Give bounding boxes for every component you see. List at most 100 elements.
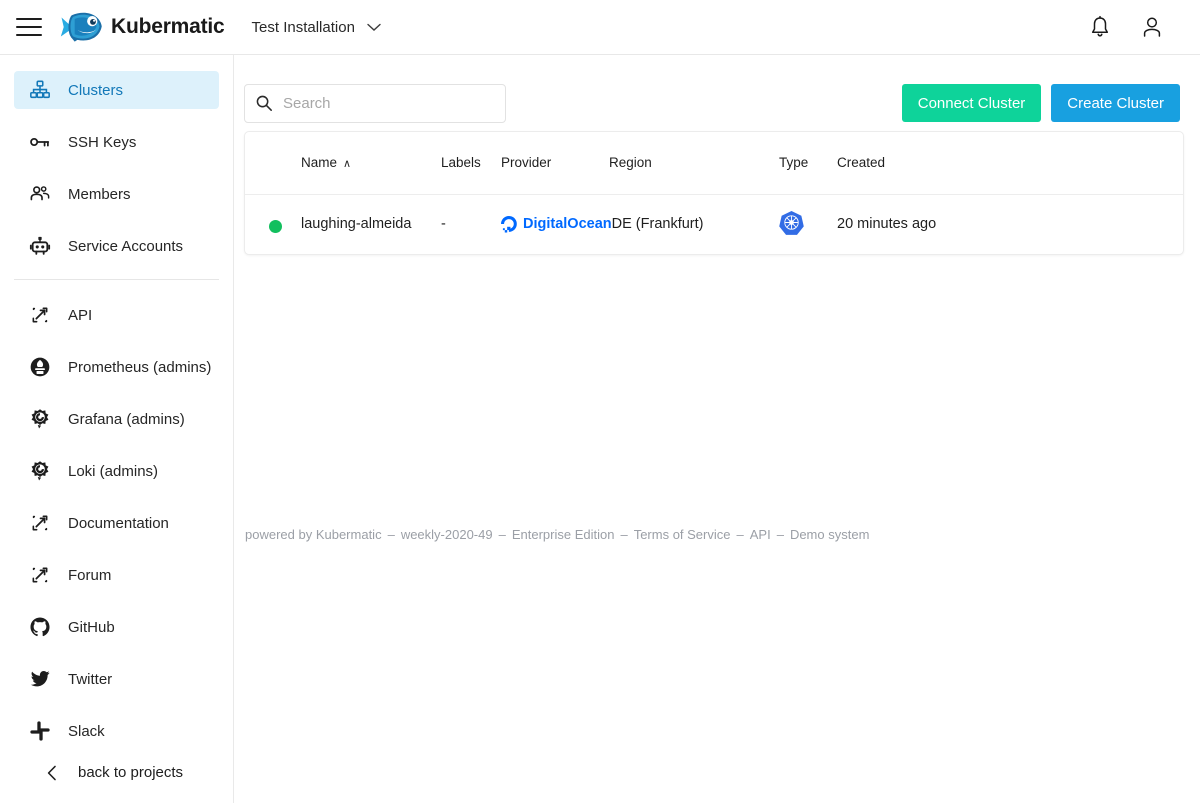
kubermatic-fish-logo	[60, 8, 104, 46]
sidebar-item-label: API	[68, 307, 92, 324]
person-icon[interactable]	[1140, 15, 1164, 39]
main-content: Connect Cluster Create Cluster Name ∧ Lab…	[234, 55, 1200, 803]
column-header-name[interactable]: Name ∧	[245, 132, 441, 194]
top-bar-actions	[1088, 15, 1164, 39]
footer-edition[interactable]: Enterprise Edition	[512, 527, 615, 542]
column-header-created[interactable]: Created	[837, 132, 1183, 194]
external-link-icon	[28, 511, 52, 535]
twitter-icon	[28, 667, 52, 691]
sidebar-item-documentation[interactable]: Documentation	[14, 504, 219, 542]
sidebar-item-label: Slack	[68, 723, 105, 740]
sidebar-item-label: Forum	[68, 567, 111, 584]
people-icon	[28, 182, 52, 206]
table-body: laughing-almeida - DigitalOceanDE (Frank…	[245, 194, 1183, 254]
key-icon	[28, 130, 52, 154]
external-link-icon	[28, 563, 52, 587]
cell-labels: -	[441, 194, 501, 254]
grafana-icon	[28, 407, 52, 431]
sidebar-item-label: Documentation	[68, 515, 169, 532]
footer-api[interactable]: API	[750, 527, 771, 542]
clusters-table: Name ∧ Labels Provider Region Type Create…	[245, 132, 1183, 254]
clusters-card: Name ∧ Labels Provider Region Type Create…	[244, 131, 1184, 255]
sidebar-item-twitter[interactable]: Twitter	[14, 660, 219, 698]
sidebar-item-grafana[interactable]: Grafana (admins)	[14, 400, 219, 438]
footer-separator: –	[777, 527, 784, 542]
connect-cluster-button[interactable]: Connect Cluster	[902, 84, 1042, 122]
sidebar-item-label: Grafana (admins)	[68, 411, 185, 428]
column-header-provider[interactable]: Provider	[501, 132, 609, 194]
footer-separator: –	[499, 527, 506, 542]
cell-type	[779, 194, 837, 254]
prometheus-icon	[28, 355, 52, 379]
footer: powered by Kubermatic–weekly-2020-49–Ent…	[244, 527, 870, 542]
sidebar-item-label: Service Accounts	[68, 238, 183, 255]
provider-name: DigitalOcean	[523, 216, 612, 232]
region-name: DE (Frankfurt)	[612, 216, 704, 232]
installation-name: Test Installation	[252, 19, 355, 36]
sidebar-item-prometheus[interactable]: Prometheus (admins)	[14, 348, 219, 386]
bell-icon[interactable]	[1088, 15, 1112, 39]
sidebar-item-api[interactable]: API	[14, 296, 219, 334]
cell-created: 20 minutes ago	[837, 194, 1183, 254]
slack-icon	[28, 719, 52, 743]
status-badge	[269, 220, 282, 233]
create-cluster-button[interactable]: Create Cluster	[1051, 84, 1180, 122]
digitalocean-logo	[501, 216, 518, 233]
sidebar-item-clusters[interactable]: Clusters	[14, 71, 219, 109]
sidebar-item-label: Clusters	[68, 82, 123, 99]
brand[interactable]: Kubermatic	[60, 8, 225, 46]
back-to-projects-label: back to projects	[78, 764, 183, 781]
sidebar-item-github[interactable]: GitHub	[14, 608, 219, 646]
installation-selector[interactable]: Test Installation	[252, 19, 381, 36]
sidebar-item-loki[interactable]: Loki (admins)	[14, 452, 219, 490]
sidebar-item-service-accounts[interactable]: Service Accounts	[14, 227, 219, 265]
kubernetes-logo	[779, 210, 804, 235]
top-bar: Kubermatic Test Installation	[0, 0, 1200, 55]
sidebar-item-label: Loki (admins)	[68, 463, 158, 480]
footer-separator: –	[620, 527, 627, 542]
footer-separator: –	[737, 527, 744, 542]
external-link-icon	[28, 303, 52, 327]
sidebar-item-label: Twitter	[68, 671, 112, 688]
table-header-row: Name ∧ Labels Provider Region Type Create…	[245, 132, 1183, 194]
cell-name: laughing-almeida	[245, 194, 441, 254]
footer-terms-of-service[interactable]: Terms of Service	[634, 527, 731, 542]
search-icon	[255, 94, 273, 112]
back-to-projects-button[interactable]: back to projects	[0, 764, 233, 781]
cluster-toolbar: Connect Cluster Create Cluster	[234, 55, 1200, 131]
search-box[interactable]	[244, 84, 506, 123]
column-header-type[interactable]: Type	[779, 132, 837, 194]
brand-name: Kubermatic	[111, 15, 225, 39]
chevron-down-icon	[367, 23, 381, 32]
cell-provider: DigitalOceanDE (Frankfurt)	[501, 194, 779, 254]
sidebar-divider	[14, 279, 219, 280]
table-header: Name ∧ Labels Provider Region Type Create…	[245, 132, 1183, 194]
footer-separator: –	[388, 527, 395, 542]
sidebar-item-label: GitHub	[68, 619, 115, 636]
footer-demo-system[interactable]: Demo system	[790, 527, 869, 542]
column-header-name-label: Name	[301, 155, 337, 170]
sidebar-item-forum[interactable]: Forum	[14, 556, 219, 594]
footer-version[interactable]: weekly-2020-49	[401, 527, 493, 542]
toolbar-actions: Connect Cluster Create Cluster	[902, 84, 1180, 122]
search-input[interactable]	[283, 95, 495, 112]
sidebar-item-label: Members	[68, 186, 131, 203]
cluster-tree-icon	[28, 78, 52, 102]
sidebar-item-label: Prometheus (admins)	[68, 359, 211, 376]
github-icon	[28, 615, 52, 639]
cluster-name: laughing-almeida	[301, 216, 411, 232]
sidebar-item-members[interactable]: Members	[14, 175, 219, 213]
hamburger-icon[interactable]	[16, 18, 42, 36]
sidebar-item-slack[interactable]: Slack	[14, 712, 219, 750]
table-row[interactable]: laughing-almeida - DigitalOceanDE (Frank…	[245, 194, 1183, 254]
sort-ascending-icon: ∧	[343, 157, 351, 170]
sidebar: Clusters SSH Keys Members	[0, 55, 234, 803]
column-header-labels[interactable]: Labels	[441, 132, 501, 194]
robot-icon	[28, 234, 52, 258]
column-header-region[interactable]: Region	[609, 132, 779, 194]
loki-icon	[28, 459, 52, 483]
chevron-left-icon	[46, 765, 58, 781]
sidebar-item-ssh-keys[interactable]: SSH Keys	[14, 123, 219, 161]
sidebar-item-label: SSH Keys	[68, 134, 136, 151]
footer-powered-by[interactable]: powered by Kubermatic	[245, 527, 382, 542]
